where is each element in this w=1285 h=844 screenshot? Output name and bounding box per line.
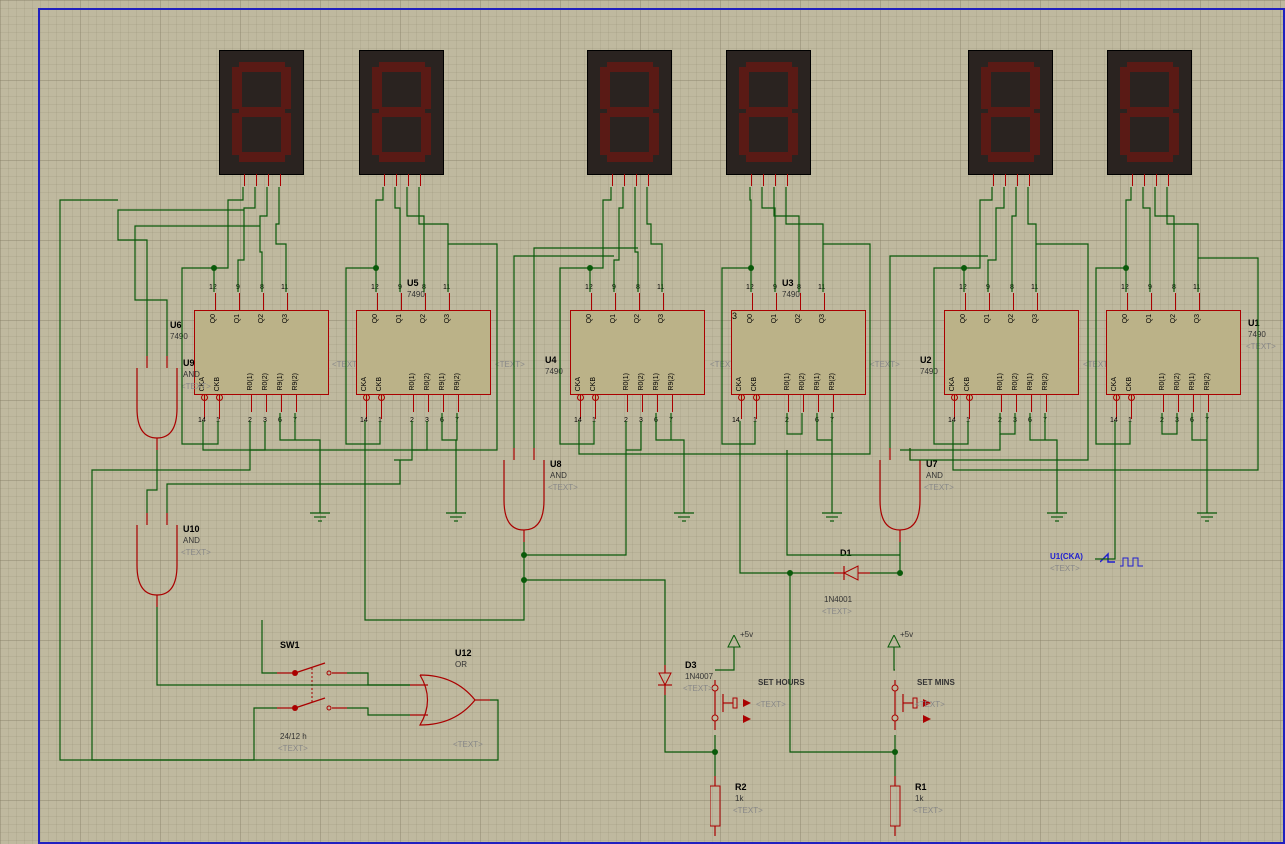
d3-ref: D3 bbox=[685, 660, 697, 670]
setm-text: <TEXT> bbox=[915, 700, 945, 709]
seven-seg-5[interactable] bbox=[359, 50, 444, 175]
d1-part: 1N4001 bbox=[824, 595, 852, 604]
u3-text: <TEXT> bbox=[870, 360, 900, 369]
seven-seg-3[interactable] bbox=[726, 50, 811, 175]
r2-part: 1k bbox=[735, 794, 743, 803]
sw1-part: 24/12 h bbox=[280, 732, 307, 741]
u4-part: 7490 bbox=[545, 367, 563, 376]
u8-text: <TEXT> bbox=[548, 483, 578, 492]
ic-u3[interactable]: 12 9 8 11 Q0Q1Q2Q3 CKACKB R0(1)R0(2)R9(1… bbox=[731, 310, 866, 395]
u10-part: AND bbox=[183, 536, 200, 545]
u1-part: 7490 bbox=[1248, 330, 1266, 339]
u9-text: <TEXT> bbox=[181, 382, 211, 391]
ic-u2[interactable]: 12 9 8 11 Q0Q1Q2Q3 CKACKB R0(1)R0(2)R9(1… bbox=[944, 310, 1079, 395]
u3-ref: U3 bbox=[782, 278, 794, 288]
gnd-4 bbox=[820, 505, 844, 527]
vcc-2 bbox=[886, 635, 906, 667]
ic-u1[interactable]: 12 9 8 11 Q0Q1Q2Q3 CKACKB R0(1)R0(2)R9(1… bbox=[1106, 310, 1241, 395]
and-gate-u9[interactable] bbox=[127, 368, 187, 450]
gnd-5 bbox=[1045, 505, 1069, 527]
probe-icon bbox=[1100, 552, 1150, 574]
probe-u1cka[interactable]: U1(CKA) bbox=[1050, 552, 1083, 561]
probe-text: <TEXT> bbox=[1050, 564, 1080, 573]
r2-ref: R2 bbox=[735, 782, 747, 792]
u4-ref: U4 bbox=[545, 355, 557, 365]
u10-text: <TEXT> bbox=[181, 548, 211, 557]
u12-ref: U12 bbox=[455, 648, 472, 658]
diode-d3[interactable] bbox=[655, 665, 685, 697]
u10-ref: U10 bbox=[183, 524, 200, 534]
diode-d1[interactable] bbox=[834, 563, 874, 590]
sw1-ref: SW1 bbox=[280, 640, 300, 650]
seven-seg-1[interactable] bbox=[1107, 50, 1192, 175]
u5-part: 7490 bbox=[407, 290, 425, 299]
u2-part: 7490 bbox=[920, 367, 938, 376]
r1-ref: R1 bbox=[915, 782, 927, 792]
seven-seg-2[interactable] bbox=[968, 50, 1053, 175]
d1-text: <TEXT> bbox=[822, 607, 852, 616]
vcc1-label: +5v bbox=[740, 630, 753, 639]
u1-text: <TEXT> bbox=[1246, 342, 1276, 351]
u1-ref: U1 bbox=[1248, 318, 1260, 328]
u9-ref: U9 bbox=[183, 358, 195, 368]
u12-part: OR bbox=[455, 660, 467, 669]
switch-sw1[interactable] bbox=[277, 658, 357, 730]
d3-part: 1N4007 bbox=[685, 672, 713, 681]
gnd-2 bbox=[444, 505, 468, 527]
ic-u5[interactable]: 12 9 8 11 Q0Q1Q2Q3 CKACKB R0(1)R0(2)R9(1… bbox=[356, 310, 491, 395]
u3-part: 7490 bbox=[782, 290, 800, 299]
u5-text: <TEXT> bbox=[495, 360, 525, 369]
gnd-1 bbox=[308, 505, 332, 527]
u7-part: AND bbox=[926, 471, 943, 480]
u6-ref: U6 bbox=[170, 320, 182, 330]
sw1-text: <TEXT> bbox=[278, 744, 308, 753]
seth-label: SET HOURS bbox=[758, 678, 805, 687]
resistor-r1[interactable] bbox=[890, 776, 910, 838]
vcc2-label: +5v bbox=[900, 630, 913, 639]
u6-part: 7490 bbox=[170, 332, 188, 341]
d1-ref: D1 bbox=[840, 548, 852, 558]
schematic-canvas[interactable]: 12 9 8 11 Q0Q1Q2Q3 CKACKB R0(1)R0(2)R9(1… bbox=[0, 0, 1285, 844]
u8-part: AND bbox=[550, 471, 567, 480]
setm-label: SET MINS bbox=[917, 678, 955, 687]
and-gate-u10[interactable] bbox=[127, 525, 187, 607]
u7-text: <TEXT> bbox=[924, 483, 954, 492]
r1-text: <TEXT> bbox=[913, 806, 943, 815]
seven-seg-6[interactable] bbox=[219, 50, 304, 175]
u7-ref: U7 bbox=[926, 459, 938, 469]
ic-u6[interactable]: 12 9 8 11 Q0Q1Q2Q3 CKACKB R0(1)R0(2)R9(1… bbox=[194, 310, 329, 395]
and-gate-u7[interactable] bbox=[870, 460, 930, 542]
u12-text: <TEXT> bbox=[453, 740, 483, 749]
vcc-1 bbox=[726, 635, 746, 667]
u9-part: AND bbox=[183, 370, 200, 379]
r2-text: <TEXT> bbox=[733, 806, 763, 815]
r1-part: 1k bbox=[915, 794, 923, 803]
or-gate-u12[interactable] bbox=[420, 665, 490, 737]
resistor-r2[interactable] bbox=[710, 776, 730, 838]
and-gate-u8[interactable] bbox=[494, 460, 554, 542]
u2-ref: U2 bbox=[920, 355, 932, 365]
u5-ref: U5 bbox=[407, 278, 419, 288]
gnd-3 bbox=[672, 505, 696, 527]
gnd-6 bbox=[1195, 505, 1219, 527]
u8-ref: U8 bbox=[550, 459, 562, 469]
seth-text: <TEXT> bbox=[756, 700, 786, 709]
seven-seg-4[interactable] bbox=[587, 50, 672, 175]
d3-text: <TEXT> bbox=[683, 684, 713, 693]
ic-u4[interactable]: 12 9 8 11 Q0Q1Q2Q3 CKACKB R0(1)R0(2)R9(1… bbox=[570, 310, 705, 395]
